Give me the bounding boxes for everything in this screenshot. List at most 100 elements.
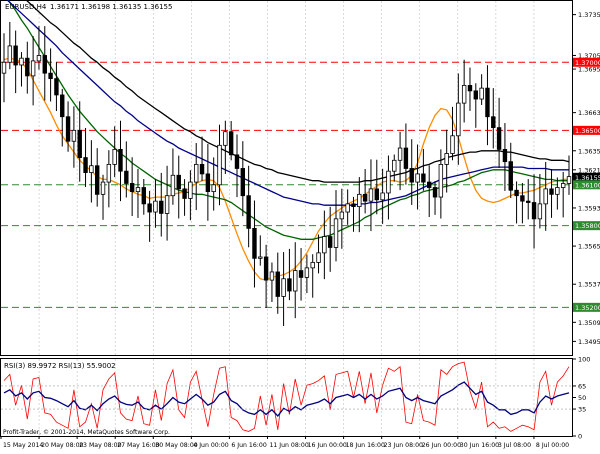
candle-body	[351, 203, 356, 207]
candle-body	[566, 176, 572, 184]
time-tick-label: 4 Jun 00:00	[193, 442, 228, 449]
candle-body	[199, 163, 205, 175]
candle-body	[438, 163, 444, 198]
candle-body	[25, 57, 30, 77]
candle-body	[217, 144, 222, 186]
candle-body	[549, 188, 554, 195]
candle-body	[560, 183, 566, 188]
candle-body	[397, 147, 403, 161]
candle-body	[333, 218, 339, 248]
candle-body	[13, 45, 18, 66]
rsi-tick-label: 65	[578, 382, 586, 390]
candle-body	[30, 60, 36, 77]
candle-body	[100, 181, 106, 195]
candle-body	[514, 189, 519, 197]
candle-body	[211, 184, 216, 193]
candle-body	[240, 168, 246, 197]
price-label-tag: 1.35200	[573, 302, 600, 312]
candle-body	[194, 163, 199, 183]
candle-body	[135, 187, 141, 193]
candle-body	[281, 278, 286, 297]
candle-body	[461, 85, 467, 104]
header-ohlc: 1.36171 1.36198 1.36135 1.36155	[50, 3, 172, 11]
candle-body	[48, 72, 53, 80]
candle-body	[409, 168, 414, 183]
candle-body	[392, 159, 397, 172]
candle-body	[118, 149, 123, 172]
candle-body	[421, 173, 426, 183]
price-label-text: 1.35200	[575, 304, 600, 312]
time-tick-label: 30 May 08:00	[155, 442, 197, 449]
price-label-text: 1.35800	[575, 222, 600, 230]
price-tick-label: 1.35930	[578, 204, 600, 212]
time-tick-label: 30 Jun 16:00	[460, 442, 499, 449]
price-label-text: 1.37000	[575, 59, 600, 67]
candle-body	[170, 174, 176, 197]
candle-body	[415, 173, 420, 183]
candle-body	[427, 181, 432, 188]
price-label-tag: 1.37000	[573, 57, 600, 67]
rsi-header: RSI(3) 89.9972 RSI(13) 55.9002	[4, 362, 116, 370]
candle-body	[555, 187, 560, 195]
candle-body	[234, 154, 240, 169]
candle-body	[141, 187, 146, 205]
candle-body	[1, 61, 7, 74]
candle-body	[106, 163, 112, 183]
candle-body	[7, 45, 13, 63]
candle-body	[182, 188, 187, 199]
candle-body	[223, 131, 228, 146]
candle-body	[502, 149, 508, 163]
candle-body	[380, 192, 385, 201]
candle-body	[316, 252, 321, 263]
candle-body	[526, 200, 531, 203]
footer-copyright: Profit-Trader, © 2001-2014, MetaQuotes S…	[3, 429, 170, 436]
candle-body	[159, 200, 164, 214]
chart-canvas: 1.373501.370501.369501.366301.363501.362…	[0, 0, 600, 450]
time-tick-label: 16 Jun 00:00	[308, 442, 347, 449]
candle-body	[71, 129, 77, 142]
time-tick-label: 6 Jun 16:00	[231, 442, 266, 449]
candle-body	[112, 149, 117, 165]
candle-body	[252, 227, 257, 259]
candle-body	[496, 127, 502, 150]
candle-body	[275, 271, 280, 297]
candle-body	[310, 262, 315, 269]
candle-body	[129, 183, 135, 193]
chart-background	[0, 0, 600, 450]
candle-body	[205, 173, 211, 193]
price-label-tag: 1.36500	[573, 125, 600, 135]
candle-body	[543, 188, 548, 205]
candle-body	[386, 170, 391, 194]
candle-body	[188, 181, 193, 199]
price-tick-label: 1.34950	[578, 338, 600, 346]
price-tick-label: 1.36350	[578, 147, 600, 155]
time-tick-label: 18 Jun 16:00	[346, 442, 385, 449]
price-tick-label: 1.36630	[578, 109, 600, 117]
candle-body	[491, 116, 496, 129]
candle-body	[36, 55, 42, 62]
candle-body	[19, 57, 24, 66]
candle-body	[258, 256, 263, 259]
candle-body	[473, 90, 479, 100]
candle-body	[83, 157, 88, 173]
candle-body	[60, 94, 65, 118]
candle-body	[450, 135, 455, 154]
rsi-tick-label: 100	[578, 356, 590, 364]
candle-body	[322, 236, 327, 254]
candle-body	[537, 203, 543, 220]
header-symbol: EURUSD,H4	[5, 3, 47, 11]
time-tick-label: 15 May 2014	[3, 442, 43, 449]
price-label-text: 1.36100	[575, 181, 600, 189]
candle-body	[269, 271, 275, 281]
candle-body	[147, 203, 152, 213]
time-tick-label: 23 May 08:00	[79, 442, 121, 449]
chart-window: 1.373501.370501.369501.366301.363501.362…	[0, 0, 600, 450]
candle-body	[65, 116, 71, 142]
candle-body	[444, 153, 449, 165]
time-tick-label: 11 Jun 08:00	[269, 442, 308, 449]
candle-body	[246, 195, 251, 229]
candle-body	[94, 165, 100, 195]
candle-body	[304, 267, 310, 278]
candle-body	[89, 165, 94, 173]
candle-body	[362, 193, 368, 202]
